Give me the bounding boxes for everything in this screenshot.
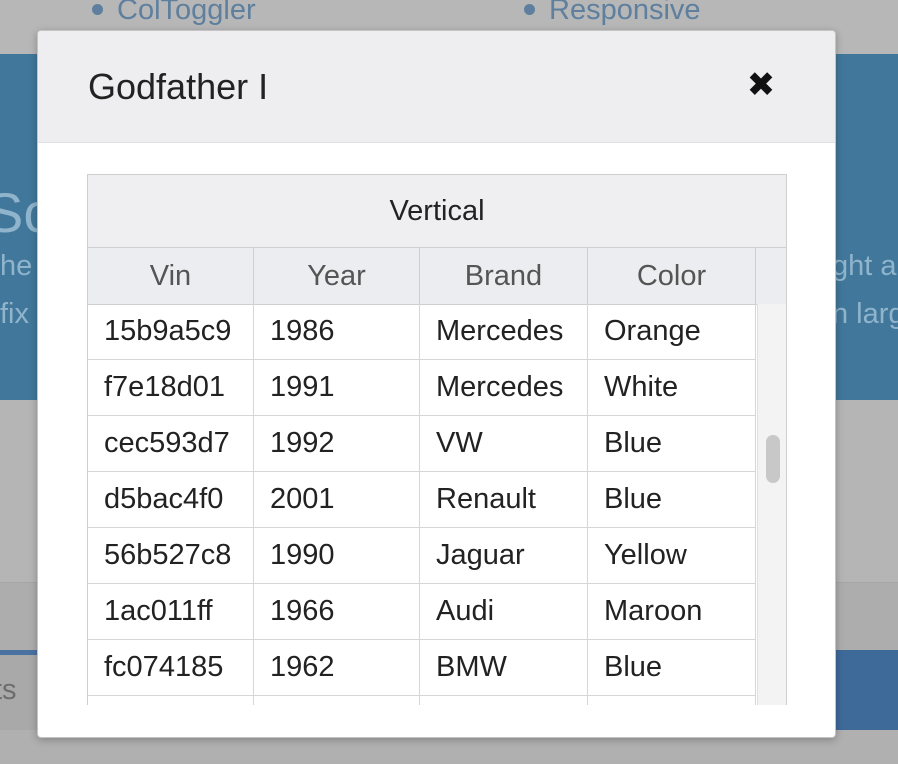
column-header-color[interactable]: Color bbox=[588, 248, 756, 304]
column-header-brand[interactable]: Brand bbox=[420, 248, 588, 304]
cell-vin: 1ac011ff bbox=[88, 584, 254, 639]
cell-color: Yellow bbox=[588, 528, 756, 583]
hero-text-line: n larg bbox=[832, 298, 898, 330]
cell-brand bbox=[420, 696, 588, 705]
cell-brand: Mercedes bbox=[420, 304, 588, 359]
cell-color: Blue bbox=[588, 640, 756, 695]
cell-brand: Audi bbox=[420, 584, 588, 639]
table-header-row: Vin Year Brand Color bbox=[88, 248, 786, 305]
close-icon[interactable]: ✖ bbox=[742, 63, 780, 107]
cell-year bbox=[254, 696, 420, 705]
hero-text-line: he bbox=[0, 250, 33, 282]
cell-color: White bbox=[588, 360, 756, 415]
vertical-scroll-table: Vertical Vin Year Brand Color 15b9a5c9 1… bbox=[87, 174, 787, 705]
cell-brand: VW bbox=[420, 416, 588, 471]
table-row: d5bac4f0 2001 Renault Blue bbox=[88, 472, 756, 528]
background-bullet-label: Responsive bbox=[549, 0, 701, 26]
table-row: 1ac011ff 1966 Audi Maroon bbox=[88, 584, 756, 640]
hero-text-line: ght a bbox=[832, 250, 897, 282]
cell-color bbox=[588, 696, 756, 705]
cell-vin bbox=[88, 696, 254, 705]
table-scrollbar[interactable] bbox=[757, 304, 786, 705]
cell-year: 2001 bbox=[254, 472, 420, 527]
bullet-dot-icon bbox=[524, 3, 535, 15]
cell-brand: BMW bbox=[420, 640, 588, 695]
cell-year: 1966 bbox=[254, 584, 420, 639]
cell-year: 1962 bbox=[254, 640, 420, 695]
cell-brand: Renault bbox=[420, 472, 588, 527]
cell-color: Blue bbox=[588, 472, 756, 527]
cell-brand: Mercedes bbox=[420, 360, 588, 415]
cell-color: Maroon bbox=[588, 584, 756, 639]
background-accent-bar bbox=[0, 650, 40, 655]
table-row bbox=[88, 696, 756, 705]
cell-vin: f7e18d01 bbox=[88, 360, 254, 415]
table-body: 15b9a5c9 1986 Mercedes Orange f7e18d01 1… bbox=[88, 304, 756, 705]
table-row: 56b527c8 1990 Jaguar Yellow bbox=[88, 528, 756, 584]
cell-vin: 15b9a5c9 bbox=[88, 304, 254, 359]
cell-color: Orange bbox=[588, 304, 756, 359]
column-header-vin[interactable]: Vin bbox=[88, 248, 254, 304]
background-bullet-label: ColToggler bbox=[117, 0, 256, 26]
bullet-dot-icon bbox=[92, 3, 103, 15]
table-row: 15b9a5c9 1986 Mercedes Orange bbox=[88, 304, 756, 360]
modal-header: Godfather I ✖ bbox=[38, 31, 835, 143]
table-row: cec593d7 1992 VW Blue bbox=[88, 416, 756, 472]
modal-dialog: Godfather I ✖ Vertical Vin Year Brand Co… bbox=[37, 30, 836, 738]
background-footer-text: ts bbox=[0, 674, 17, 706]
cell-vin: cec593d7 bbox=[88, 416, 254, 471]
background-bullet: ColToggler bbox=[92, 0, 256, 27]
cell-year: 1986 bbox=[254, 304, 420, 359]
page: ColToggler Responsive Sc he fix ght a n … bbox=[0, 0, 898, 764]
modal-title: Godfather I bbox=[88, 66, 269, 107]
cell-year: 1990 bbox=[254, 528, 420, 583]
table-row: fc074185 1962 BMW Blue bbox=[88, 640, 756, 696]
cell-year: 1992 bbox=[254, 416, 420, 471]
column-header-year[interactable]: Year bbox=[254, 248, 420, 304]
table-row: f7e18d01 1991 Mercedes White bbox=[88, 360, 756, 416]
table-caption: Vertical bbox=[88, 175, 786, 248]
scrollbar-thumb[interactable] bbox=[766, 435, 780, 483]
cell-vin: 56b527c8 bbox=[88, 528, 254, 583]
hero-text-line: fix bbox=[0, 298, 29, 330]
cell-vin: d5bac4f0 bbox=[88, 472, 254, 527]
background-bullet: Responsive bbox=[524, 0, 701, 27]
cell-color: Blue bbox=[588, 416, 756, 471]
cell-vin: fc074185 bbox=[88, 640, 254, 695]
cell-brand: Jaguar bbox=[420, 528, 588, 583]
cell-year: 1991 bbox=[254, 360, 420, 415]
